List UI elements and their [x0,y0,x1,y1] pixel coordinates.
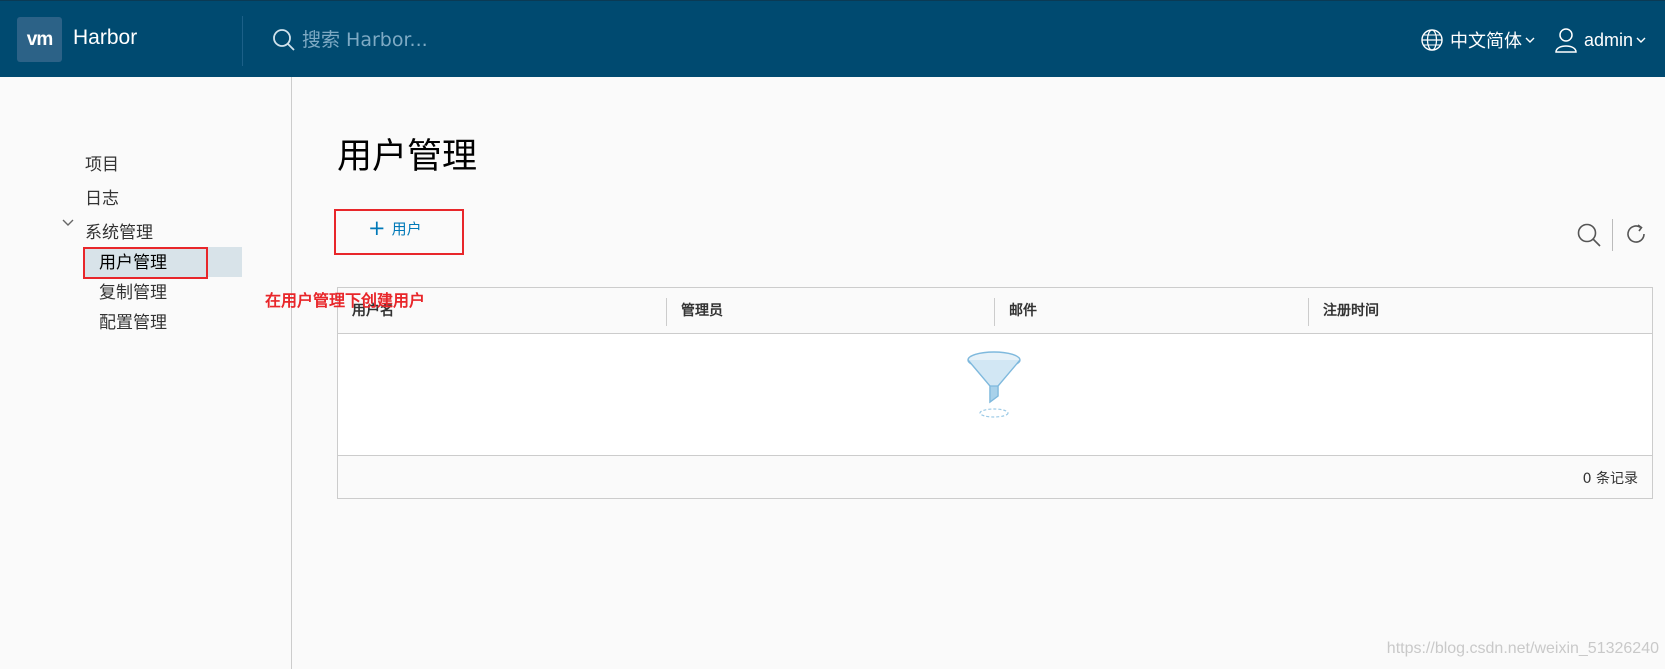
empty-filter-icon [967,351,1021,418]
top-header: vm Harbor 中文简体 admin [0,0,1665,77]
app-title[interactable]: Harbor [73,26,137,50]
global-search[interactable] [270,23,570,57]
sidebar-item-projects[interactable]: 项目 [85,150,119,175]
sidebar-nav: 项目 日志 系统管理 用户管理 复制管理 配置管理 [0,77,292,669]
user-icon [1555,28,1577,53]
header-divider [242,16,243,66]
globe-icon [1421,29,1443,51]
vmware-logo[interactable]: vm [17,17,62,62]
sidebar-item-configuration[interactable]: 配置管理 [99,308,167,333]
logo-text: vm [26,29,53,50]
column-header-registered-time[interactable]: 注册时间 [1309,288,1379,334]
search-icon [273,29,295,51]
language-switcher[interactable]: 中文简体 [1420,24,1541,56]
table-footer: 0 条记录 [338,455,1652,498]
annotation-note: 在用户管理下创建用户 [265,291,426,310]
table-header: 用户名 管理员 邮件 注册时间 [338,288,1652,334]
chevron-down-icon [1636,37,1646,43]
empty-placeholder [338,334,1652,455]
username-label: admin [1584,29,1634,50]
record-count: 0 条记录 [1582,471,1638,487]
annotation-box-add-user [334,209,464,255]
refresh-icon[interactable] [1624,222,1648,246]
language-label: 中文简体 [1450,31,1522,52]
chevron-down-icon [1525,37,1535,43]
search-input[interactable] [302,25,562,55]
chevron-down-icon[interactable] [62,218,74,228]
annotation-box-user-management [83,247,208,279]
column-header-email[interactable]: 邮件 [995,288,1037,334]
page-title: 用户管理 [337,137,478,177]
watermark: https://blog.csdn.net/weixin_51326240 [1386,640,1659,657]
column-header-admin[interactable]: 管理员 [667,288,723,334]
toolbar-divider [1612,219,1613,251]
sidebar-item-replication[interactable]: 复制管理 [99,278,167,303]
user-menu[interactable]: admin [1554,24,1652,56]
sidebar-group-admin[interactable]: 系统管理 [85,218,153,243]
search-icon[interactable] [1576,222,1602,248]
users-table: 用户名 管理员 邮件 注册时间 0 条记录 [337,287,1653,499]
sidebar-item-logs[interactable]: 日志 [85,184,119,209]
